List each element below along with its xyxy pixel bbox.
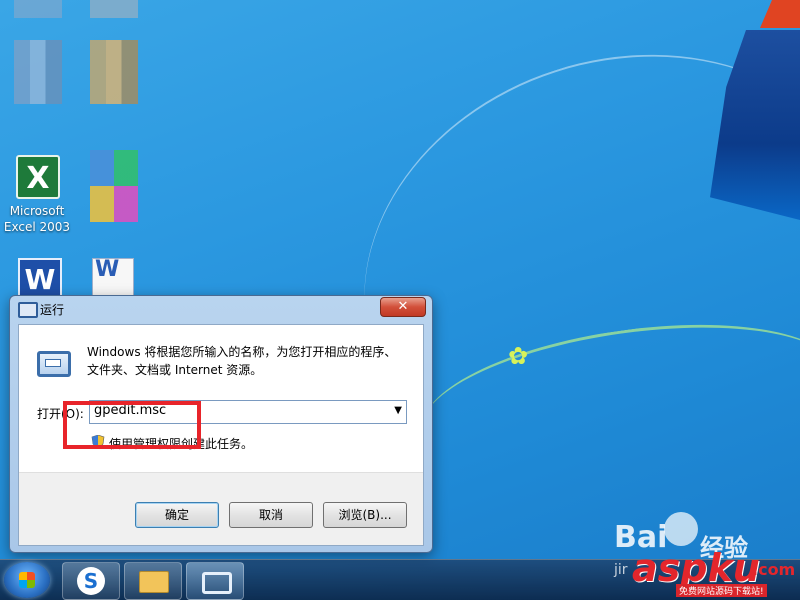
desktop-icon-blurred[interactable] — [14, 40, 62, 104]
desktop-icon-label-excel[interactable]: Microsoft Excel 2003 — [0, 203, 77, 235]
run-title-icon — [18, 302, 38, 318]
desktop-icon-blurred[interactable] — [90, 150, 138, 222]
taskbar-app-explorer[interactable] — [124, 562, 182, 600]
excel-icon[interactable]: X — [16, 155, 60, 199]
run-icon — [202, 572, 232, 594]
desktop-icon-blurred[interactable] — [14, 0, 62, 18]
dialog-titlebar[interactable]: 运行 ✕ — [10, 296, 432, 322]
wallpaper-leaf-icon: ✿ — [508, 342, 529, 370]
aspku-tagline: 免费网站源码下载站! — [676, 584, 767, 597]
dropdown-arrow-icon[interactable]: ▼ — [394, 405, 402, 416]
aspku-tld: .com — [752, 560, 796, 579]
dialog-title: 运行 — [40, 303, 65, 317]
taskbar-app-run[interactable] — [186, 562, 244, 600]
close-button[interactable]: ✕ — [380, 297, 426, 317]
dialog-client-area: Windows 将根据您所输入的名称，为您打开相应的程序、文件夹、文档或 Int… — [18, 324, 424, 546]
browse-button[interactable]: 浏览(B)... — [323, 502, 407, 528]
taskbar-app-sogou[interactable]: S — [62, 562, 120, 600]
red-highlight-box — [63, 401, 201, 449]
cancel-button[interactable]: 取消 — [229, 502, 313, 528]
ok-button[interactable]: 确定 — [135, 502, 219, 528]
desktop-icon-blurred[interactable] — [90, 40, 138, 104]
baidu-paw-icon — [664, 512, 698, 546]
dialog-description: Windows 将根据您所输入的名称，为您打开相应的程序、文件夹、文档或 Int… — [87, 345, 397, 377]
sogou-icon: S — [77, 567, 105, 595]
wallpaper-flag-red — [760, 0, 800, 28]
folder-icon — [139, 571, 169, 593]
run-program-icon — [37, 351, 71, 377]
start-button[interactable] — [4, 562, 50, 598]
run-dialog: 运行 ✕ Windows 将根据您所输入的名称，为您打开相应的程序、文件夹、文档… — [9, 295, 433, 553]
desktop-icon-blurred[interactable] — [90, 0, 138, 18]
jir-watermark: jir — [614, 562, 628, 578]
windows-logo-icon — [19, 572, 35, 588]
wallpaper-flag-blue — [710, 30, 800, 220]
